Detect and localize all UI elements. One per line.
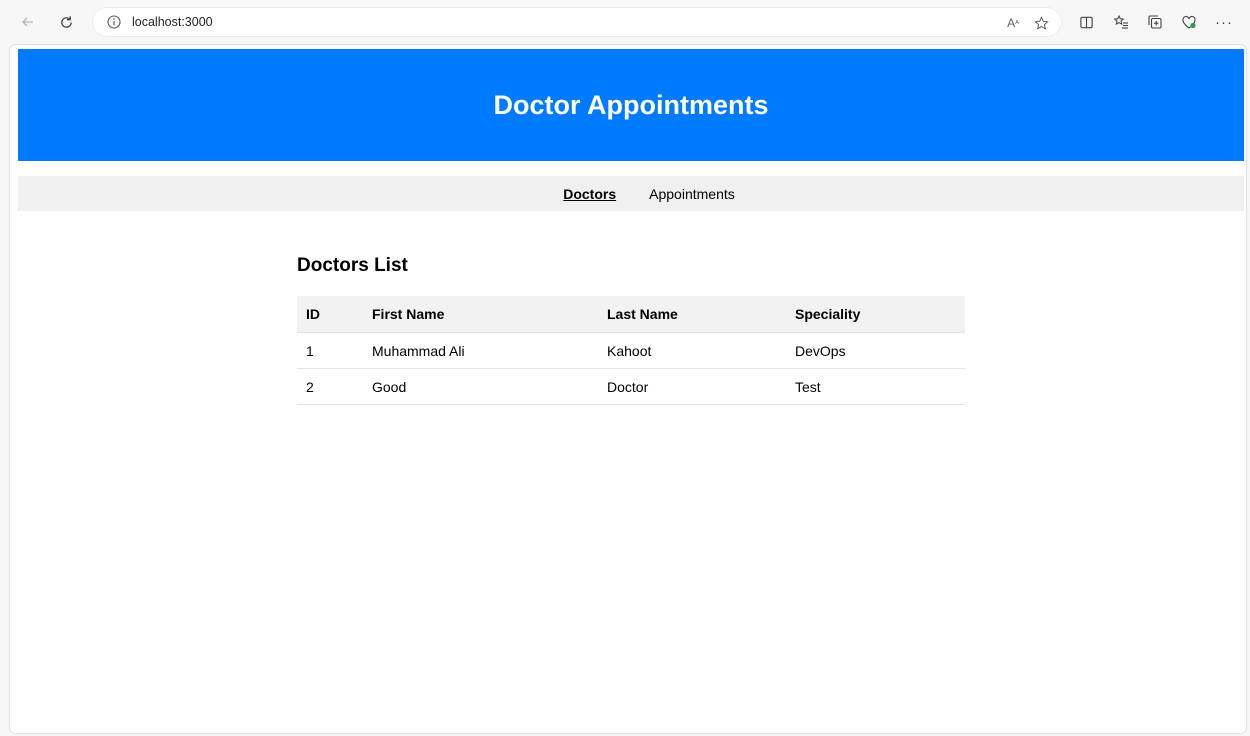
cell-last-name: Doctor <box>598 368 786 405</box>
nav-link-appointments[interactable]: Appointments <box>649 186 735 202</box>
nav-link-doctors[interactable]: Doctors <box>563 186 616 202</box>
collections-icon[interactable] <box>1141 8 1169 36</box>
table-row: 1 Muhammad Ali Kahoot DevOps <box>297 332 965 369</box>
site-header: Doctor Appointments <box>18 49 1244 161</box>
back-icon[interactable] <box>14 8 42 36</box>
doctors-list-heading: Doctors List <box>297 255 408 276</box>
main-nav: Doctors Appointments <box>18 176 1244 211</box>
read-aloud-icon[interactable]: Aᴬ <box>1004 14 1022 32</box>
address-bar[interactable]: localhost:3000 Aᴬ <box>92 7 1062 37</box>
cell-speciality: DevOps <box>786 332 965 369</box>
favorites-icon[interactable] <box>1107 8 1135 36</box>
favorite-star-icon[interactable] <box>1032 14 1050 32</box>
column-header-last-name: Last Name <box>598 296 786 333</box>
info-icon[interactable] <box>106 14 122 30</box>
cell-id: 1 <box>297 332 363 369</box>
table-row: 2 Good Doctor Test <box>297 368 965 405</box>
split-screen-icon[interactable] <box>1072 8 1100 36</box>
browser-essentials-icon[interactable] <box>1175 8 1203 36</box>
refresh-icon[interactable] <box>52 8 80 36</box>
column-header-speciality: Speciality <box>786 296 965 333</box>
cell-speciality: Test <box>786 368 965 405</box>
cell-first-name: Good <box>363 368 598 405</box>
page-viewport: Doctor Appointments Doctors Appointments… <box>9 44 1247 734</box>
cell-last-name: Kahoot <box>598 332 786 369</box>
cell-first-name: Muhammad Ali <box>363 332 598 369</box>
column-header-first-name: First Name <box>363 296 598 333</box>
table-header-row: ID First Name Last Name Speciality <box>297 296 965 333</box>
doctors-table: ID First Name Last Name Speciality 1 Muh… <box>297 296 965 405</box>
column-header-id: ID <box>297 296 363 333</box>
site-title: Doctor Appointments <box>493 89 769 120</box>
cell-id: 2 <box>297 368 363 405</box>
url-text[interactable]: localhost:3000 <box>132 15 213 29</box>
doctors-section: Doctors List ID First Name Last Name Spe… <box>297 255 965 405</box>
more-icon[interactable]: ··· <box>1210 8 1238 36</box>
browser-toolbar: localhost:3000 Aᴬ ··· <box>0 0 1250 44</box>
